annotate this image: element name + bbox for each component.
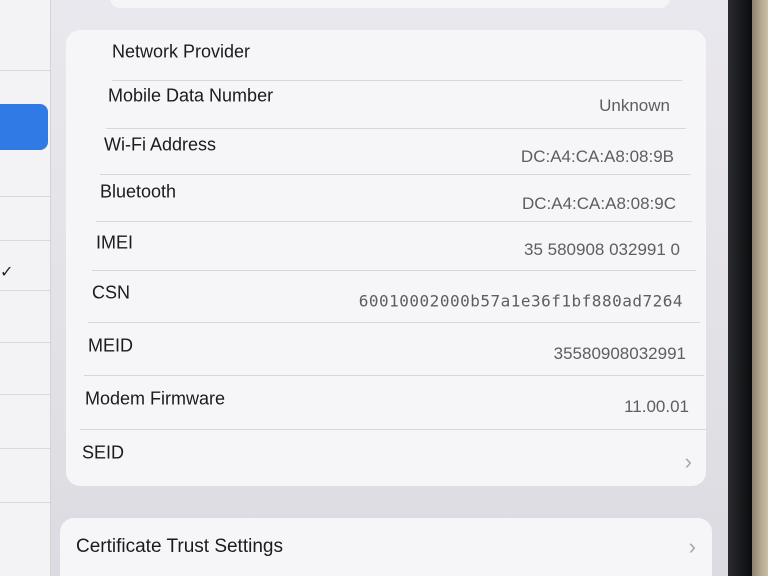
row-network-provider[interactable]: Network Provider — [112, 27, 672, 77]
chevron-right-icon: › — [688, 534, 696, 559]
row-separator — [84, 375, 704, 376]
sidebar-divider — [0, 196, 50, 197]
row-label: Modem Firmware — [85, 388, 226, 409]
sidebar-divider — [0, 394, 50, 395]
previous-group-edge — [110, 0, 670, 8]
row-value: 35 580908 032991 0 — [524, 240, 680, 259]
row-label: MEID — [88, 335, 133, 356]
sidebar-divider — [0, 240, 50, 241]
row-mobile-data-number[interactable]: Mobile Data Number Unknown — [108, 75, 670, 125]
row-value: 60010002000b57a1e36f1bf880ad7264 — [358, 291, 683, 311]
row-value: DC:A4:CA:A8:08:9B — [520, 147, 674, 166]
row-separator — [80, 429, 706, 430]
row-certificate-trust-settings[interactable]: Certificate Trust Settings › — [76, 522, 696, 572]
row-label: IMEI — [96, 232, 134, 253]
row-imei[interactable]: IMEI 35 580908 032991 0 — [96, 220, 680, 270]
sidebar-divider — [0, 290, 50, 291]
checkmark-icon: ✓ — [0, 264, 14, 281]
row-label: Bluetooth — [100, 181, 177, 202]
sidebar-item-general-selected[interactable] — [0, 104, 48, 150]
row-label: Mobile Data Number — [108, 85, 274, 106]
row-csn[interactable]: CSN 60010002000b57a1e36f1bf880ad7264 — [92, 273, 683, 323]
ipad-bezel — [728, 0, 752, 576]
row-label: SEID — [82, 442, 125, 463]
row-label: Certificate Trust Settings — [76, 536, 283, 557]
row-bluetooth[interactable]: Bluetooth DC:A4:CA:A8:08:9C — [100, 172, 676, 222]
row-meid[interactable]: MEID 35580908032991 — [88, 325, 686, 375]
background-surface — [752, 0, 768, 576]
row-separator — [92, 270, 696, 271]
row-seid[interactable]: SEID › — [82, 432, 692, 482]
row-value: Unknown — [599, 96, 670, 115]
sidebar-divider — [0, 448, 50, 449]
row-separator — [88, 322, 700, 323]
row-label: Wi-Fi Address — [104, 134, 217, 155]
row-value: 11.00.01 — [624, 397, 689, 416]
row-wifi-address[interactable]: Wi-Fi Address DC:A4:CA:A8:08:9B — [104, 125, 674, 175]
row-modem-firmware[interactable]: Modem Firmware 11.00.01 — [85, 378, 689, 428]
sidebar-divider — [0, 502, 50, 503]
settings-sidebar: ✓ — [0, 0, 51, 576]
ipad-screen: ✓ Network Provider Mobile Data Number Un… — [0, 0, 728, 576]
row-label: CSN — [92, 282, 131, 303]
chevron-right-icon: › — [684, 449, 692, 475]
row-label: Network Provider — [112, 41, 251, 62]
row-value: 35580908032991 — [553, 344, 686, 363]
sidebar-divider — [0, 342, 50, 343]
row-value: DC:A4:CA:A8:08:9C — [521, 194, 676, 213]
sidebar-divider — [0, 70, 50, 71]
photo-frame: ✓ Network Provider Mobile Data Number Un… — [0, 0, 768, 576]
